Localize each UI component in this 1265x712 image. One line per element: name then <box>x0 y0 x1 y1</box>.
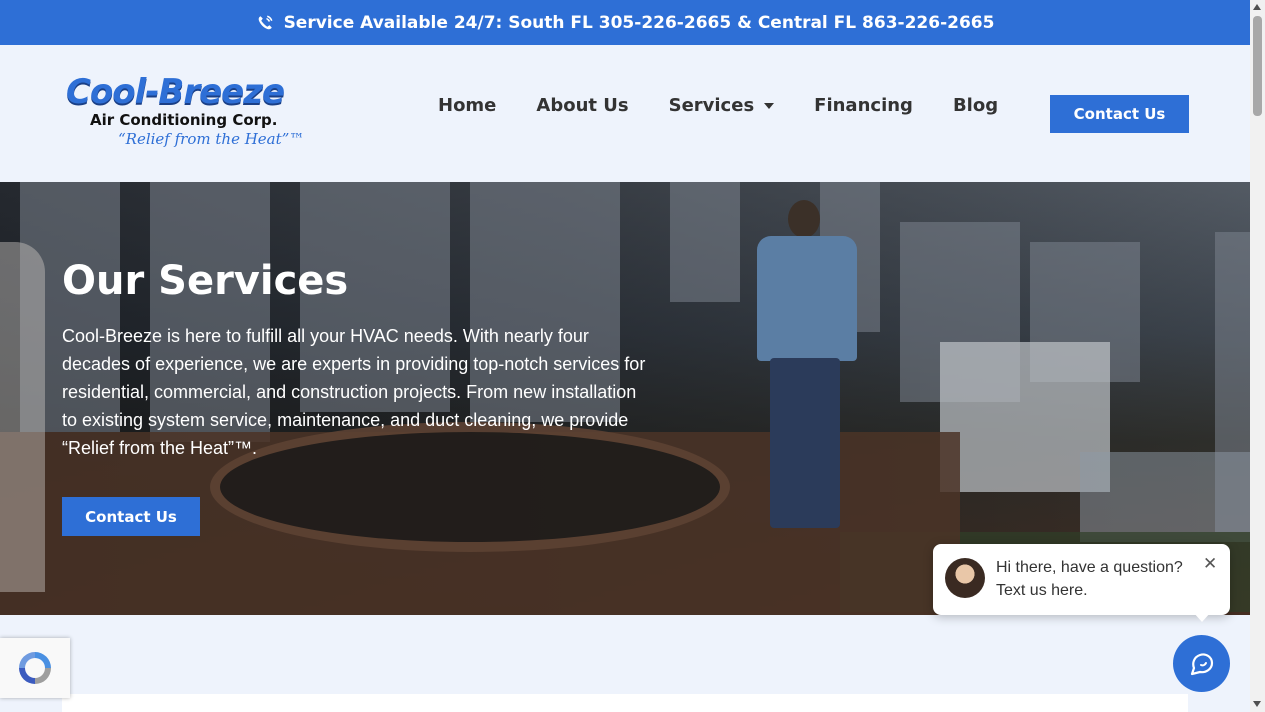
service-availability-text[interactable]: Service Available 24/7: South FL 305-226… <box>284 13 995 33</box>
chat-launcher-button[interactable] <box>1173 635 1230 692</box>
nav-blog[interactable]: Blog <box>953 95 998 116</box>
nav-about-us[interactable]: About Us <box>536 95 628 116</box>
chat-bubble-icon <box>1190 652 1213 675</box>
chat-message: Hi there, have a question? Text us here. <box>996 559 1183 599</box>
site-header: Cool-Breeze Air Conditioning Corp. “Reli… <box>0 45 1250 182</box>
nav-services-label: Services <box>668 95 755 116</box>
hero-description: Cool-Breeze is here to fulfill all your … <box>62 326 646 458</box>
close-icon[interactable]: ✕ <box>1203 554 1217 574</box>
nav-home-label: Home <box>438 95 497 116</box>
logo-subtitle: Air Conditioning Corp. <box>90 111 278 129</box>
scroll-up-arrow-icon[interactable] <box>1253 4 1261 10</box>
nav-services[interactable]: Services <box>669 95 775 116</box>
nav-financing-label: Financing <box>814 95 913 116</box>
site-logo[interactable]: Cool-Breeze Air Conditioning Corp. “Reli… <box>66 73 311 163</box>
nav-home[interactable]: Home <box>438 95 496 116</box>
recaptcha-badge[interactable] <box>0 638 70 698</box>
nav-about-us-label: About Us <box>536 95 629 116</box>
nav-blog-label: Blog <box>952 95 999 116</box>
content-card <box>62 694 1188 712</box>
main-navigation: Home About Us Services Financing Blog <box>438 95 1038 116</box>
recaptcha-icon <box>19 652 51 684</box>
logo-tagline: “Relief from the Heat”™ <box>118 130 305 148</box>
scroll-down-arrow-icon[interactable] <box>1253 701 1261 707</box>
chat-popup[interactable]: Hi there, have a question? Text us here.… <box>933 544 1230 615</box>
chat-popup-tail <box>1193 612 1211 622</box>
agent-avatar <box>945 558 985 598</box>
hero-title: Our Services <box>62 258 349 304</box>
top-announcement-bar: Service Available 24/7: South FL 305-226… <box>0 0 1250 45</box>
scrollbar-thumb[interactable] <box>1253 16 1262 116</box>
logo-wordmark: Cool-Breeze <box>66 72 285 112</box>
caret-down-icon <box>764 102 775 109</box>
phone-ringing-icon <box>258 15 273 29</box>
hero-contact-button[interactable]: Contact Us <box>62 497 200 536</box>
header-contact-button[interactable]: Contact Us <box>1050 95 1189 133</box>
nav-financing[interactable]: Financing <box>814 95 913 116</box>
